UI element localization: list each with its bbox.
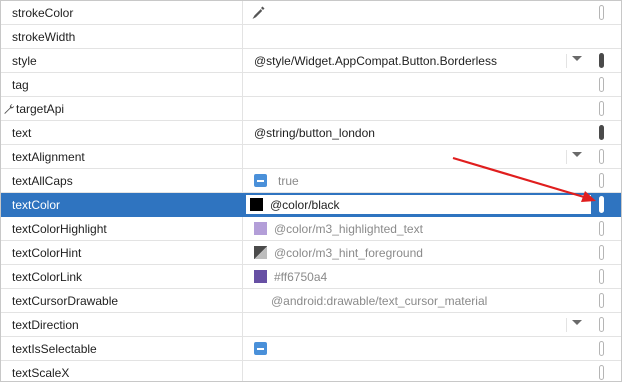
- attribute-value: true: [278, 173, 299, 188]
- attribute-value: @android:drawable/text_cursor_material: [271, 293, 488, 308]
- attribute-row-strokeColor[interactable]: strokeColor: [1, 1, 621, 25]
- attribute-value: @style/Widget.AppCompat.Button.Borderles…: [254, 53, 497, 68]
- attribute-indicator[interactable]: [599, 317, 604, 332]
- attribute-name: textColor: [1, 193, 243, 216]
- chevron-down-icon[interactable]: [572, 56, 582, 61]
- attribute-row-textColorHighlight[interactable]: textColorHighlight @color/m3_highlighted…: [1, 217, 621, 241]
- attribute-indicator[interactable]: [599, 173, 604, 188]
- attribute-value-cell[interactable]: [244, 361, 594, 381]
- attribute-indicator[interactable]: [599, 269, 604, 284]
- attribute-indicator[interactable]: [599, 245, 604, 260]
- attribute-row-targetApi[interactable]: targetApi: [1, 97, 621, 121]
- attribute-name: textAllCaps: [1, 169, 243, 192]
- attribute-row-textScaleX[interactable]: textScaleX: [1, 361, 621, 381]
- attribute-value-cell[interactable]: [244, 145, 594, 168]
- attribute-indicator[interactable]: [599, 341, 604, 356]
- checkbox-indeterminate-icon[interactable]: [254, 342, 267, 355]
- attribute-name: textColorHighlight: [1, 217, 243, 240]
- attribute-row-textColorHint[interactable]: textColorHint @color/m3_hint_foreground: [1, 241, 621, 265]
- attribute-name: text: [1, 121, 243, 144]
- attribute-name: textScaleX: [1, 361, 243, 381]
- attribute-name: textAlignment: [1, 145, 243, 168]
- attribute-name: textDirection: [1, 313, 243, 336]
- attribute-value-cell[interactable]: @android:drawable/text_cursor_material: [244, 289, 594, 312]
- attribute-indicator[interactable]: [599, 149, 604, 164]
- attribute-value-editor[interactable]: @color/black: [246, 195, 591, 214]
- attribute-indicator[interactable]: [599, 125, 604, 140]
- attribute-value-cell[interactable]: [244, 1, 594, 24]
- attribute-indicator[interactable]: [599, 221, 604, 236]
- attribute-indicator[interactable]: [599, 293, 604, 308]
- chevron-down-icon[interactable]: [572, 320, 582, 325]
- attribute-value-cell[interactable]: [244, 25, 594, 48]
- attribute-row-textDirection[interactable]: textDirection: [1, 313, 621, 337]
- attribute-row-text[interactable]: text @string/button_london: [1, 121, 621, 145]
- attribute-indicator[interactable]: [599, 5, 604, 20]
- attribute-indicator[interactable]: [599, 53, 604, 68]
- attribute-indicator[interactable]: [599, 77, 604, 92]
- attribute-row-textIsSelectable[interactable]: textIsSelectable: [1, 337, 621, 361]
- attribute-name: strokeColor: [1, 1, 243, 24]
- attribute-row-style[interactable]: style @style/Widget.AppCompat.Button.Bor…: [1, 49, 621, 73]
- attribute-row-textColor[interactable]: textColor @color/black: [1, 193, 621, 217]
- wrench-icon: [4, 103, 15, 114]
- attribute-name: textCursorDrawable: [1, 289, 243, 312]
- attributes-table: strokeColor strokeWidth style @style/Wid…: [0, 0, 622, 382]
- attribute-name: textColorHint: [1, 241, 243, 264]
- attribute-value: #ff6750a4: [274, 269, 328, 284]
- attribute-value-cell[interactable]: true: [244, 169, 594, 192]
- attribute-row-tag[interactable]: tag: [1, 73, 621, 97]
- attribute-row-strokeWidth[interactable]: strokeWidth: [1, 25, 621, 49]
- attribute-name: strokeWidth: [1, 25, 243, 48]
- color-swatch[interactable]: [254, 246, 267, 259]
- attribute-name: style: [1, 49, 243, 72]
- attribute-indicator[interactable]: [599, 196, 604, 213]
- attribute-name: textIsSelectable: [1, 337, 243, 360]
- attribute-value: @color/black: [270, 197, 340, 212]
- attribute-row-textCursorDrawable[interactable]: textCursorDrawable @android:drawable/tex…: [1, 289, 621, 313]
- dropdown-separator: [566, 318, 567, 332]
- attribute-value: @color/m3_hint_foreground: [274, 245, 423, 260]
- attribute-value-cell[interactable]: [244, 73, 594, 96]
- dropdown-separator: [566, 54, 567, 68]
- attribute-indicator[interactable]: [599, 365, 604, 380]
- color-swatch[interactable]: [254, 270, 267, 283]
- attribute-name: targetApi: [16, 101, 65, 116]
- attribute-value-cell[interactable]: [244, 337, 594, 360]
- attribute-row-textAlignment[interactable]: textAlignment: [1, 145, 621, 169]
- chevron-down-icon[interactable]: [572, 152, 582, 157]
- attribute-value-cell[interactable]: @color/m3_highlighted_text: [244, 217, 594, 240]
- eyedropper-icon[interactable]: [252, 5, 266, 19]
- attribute-indicator[interactable]: [599, 101, 604, 116]
- color-swatch[interactable]: [250, 198, 263, 211]
- attribute-value-cell[interactable]: @color/m3_hint_foreground: [244, 241, 594, 264]
- attribute-row-textAllCaps[interactable]: textAllCaps true: [1, 169, 621, 193]
- color-swatch[interactable]: [254, 222, 267, 235]
- attribute-value-cell[interactable]: @string/button_london: [244, 121, 594, 144]
- dropdown-separator: [566, 150, 567, 164]
- attribute-value: @color/m3_highlighted_text: [274, 221, 423, 236]
- attribute-row-textColorLink[interactable]: textColorLink #ff6750a4: [1, 265, 621, 289]
- attribute-value-cell[interactable]: @style/Widget.AppCompat.Button.Borderles…: [244, 49, 594, 72]
- attribute-name: textColorLink: [1, 265, 243, 288]
- checkbox-indeterminate-icon[interactable]: [254, 174, 267, 187]
- attribute-name-cell: targetApi: [1, 97, 243, 120]
- attribute-value-cell[interactable]: [244, 313, 594, 336]
- attribute-value: @string/button_london: [254, 125, 375, 140]
- attribute-name: tag: [1, 73, 243, 96]
- attribute-value-cell[interactable]: #ff6750a4: [244, 265, 594, 288]
- attribute-value-cell[interactable]: [244, 97, 594, 120]
